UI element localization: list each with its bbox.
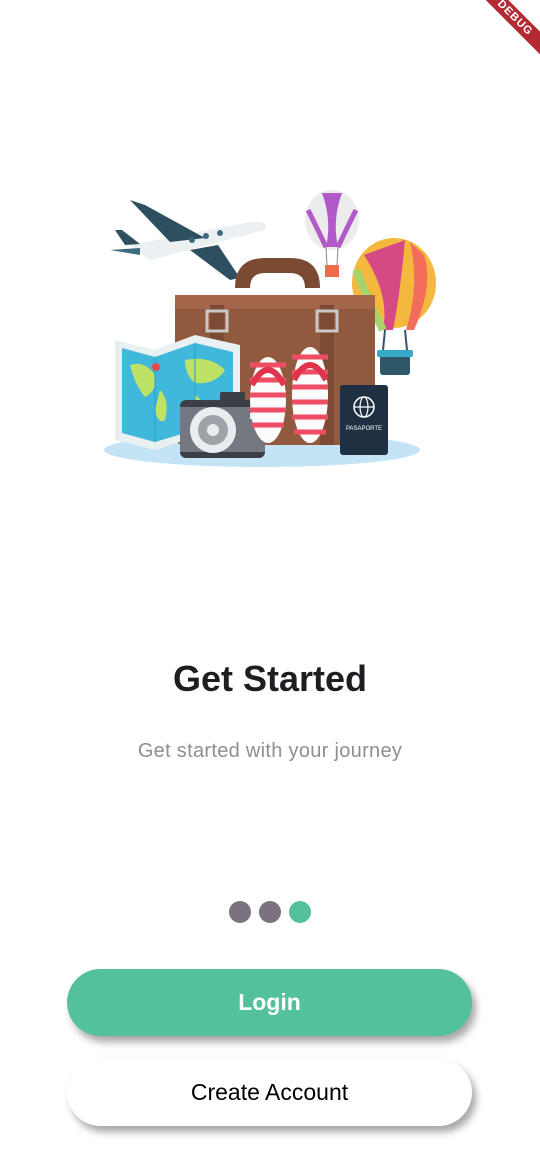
- passport-label: PASAPORTE: [346, 426, 382, 432]
- debug-banner-label: DEBUG: [470, 0, 540, 63]
- small-balloon-icon: [305, 190, 359, 277]
- passport-icon: PASAPORTE: [340, 385, 388, 455]
- page-dot-2: [259, 901, 281, 923]
- travel-illustration: PASAPORTE: [104, 190, 436, 467]
- page-dot-3-active: [289, 901, 311, 923]
- page-title: Get Started: [172, 658, 368, 699]
- login-button[interactable]: Login: [67, 969, 472, 1036]
- debug-banner: DEBUG: [460, 0, 540, 80]
- page-indicator: [0, 901, 540, 923]
- page-subtitle: Get started with your journey: [137, 740, 403, 762]
- page-dot-1: [229, 901, 251, 923]
- create-account-button-label: Create Account: [190, 1079, 349, 1105]
- create-account-button[interactable]: Create Account: [67, 1059, 472, 1126]
- login-button-label: Login: [238, 989, 301, 1015]
